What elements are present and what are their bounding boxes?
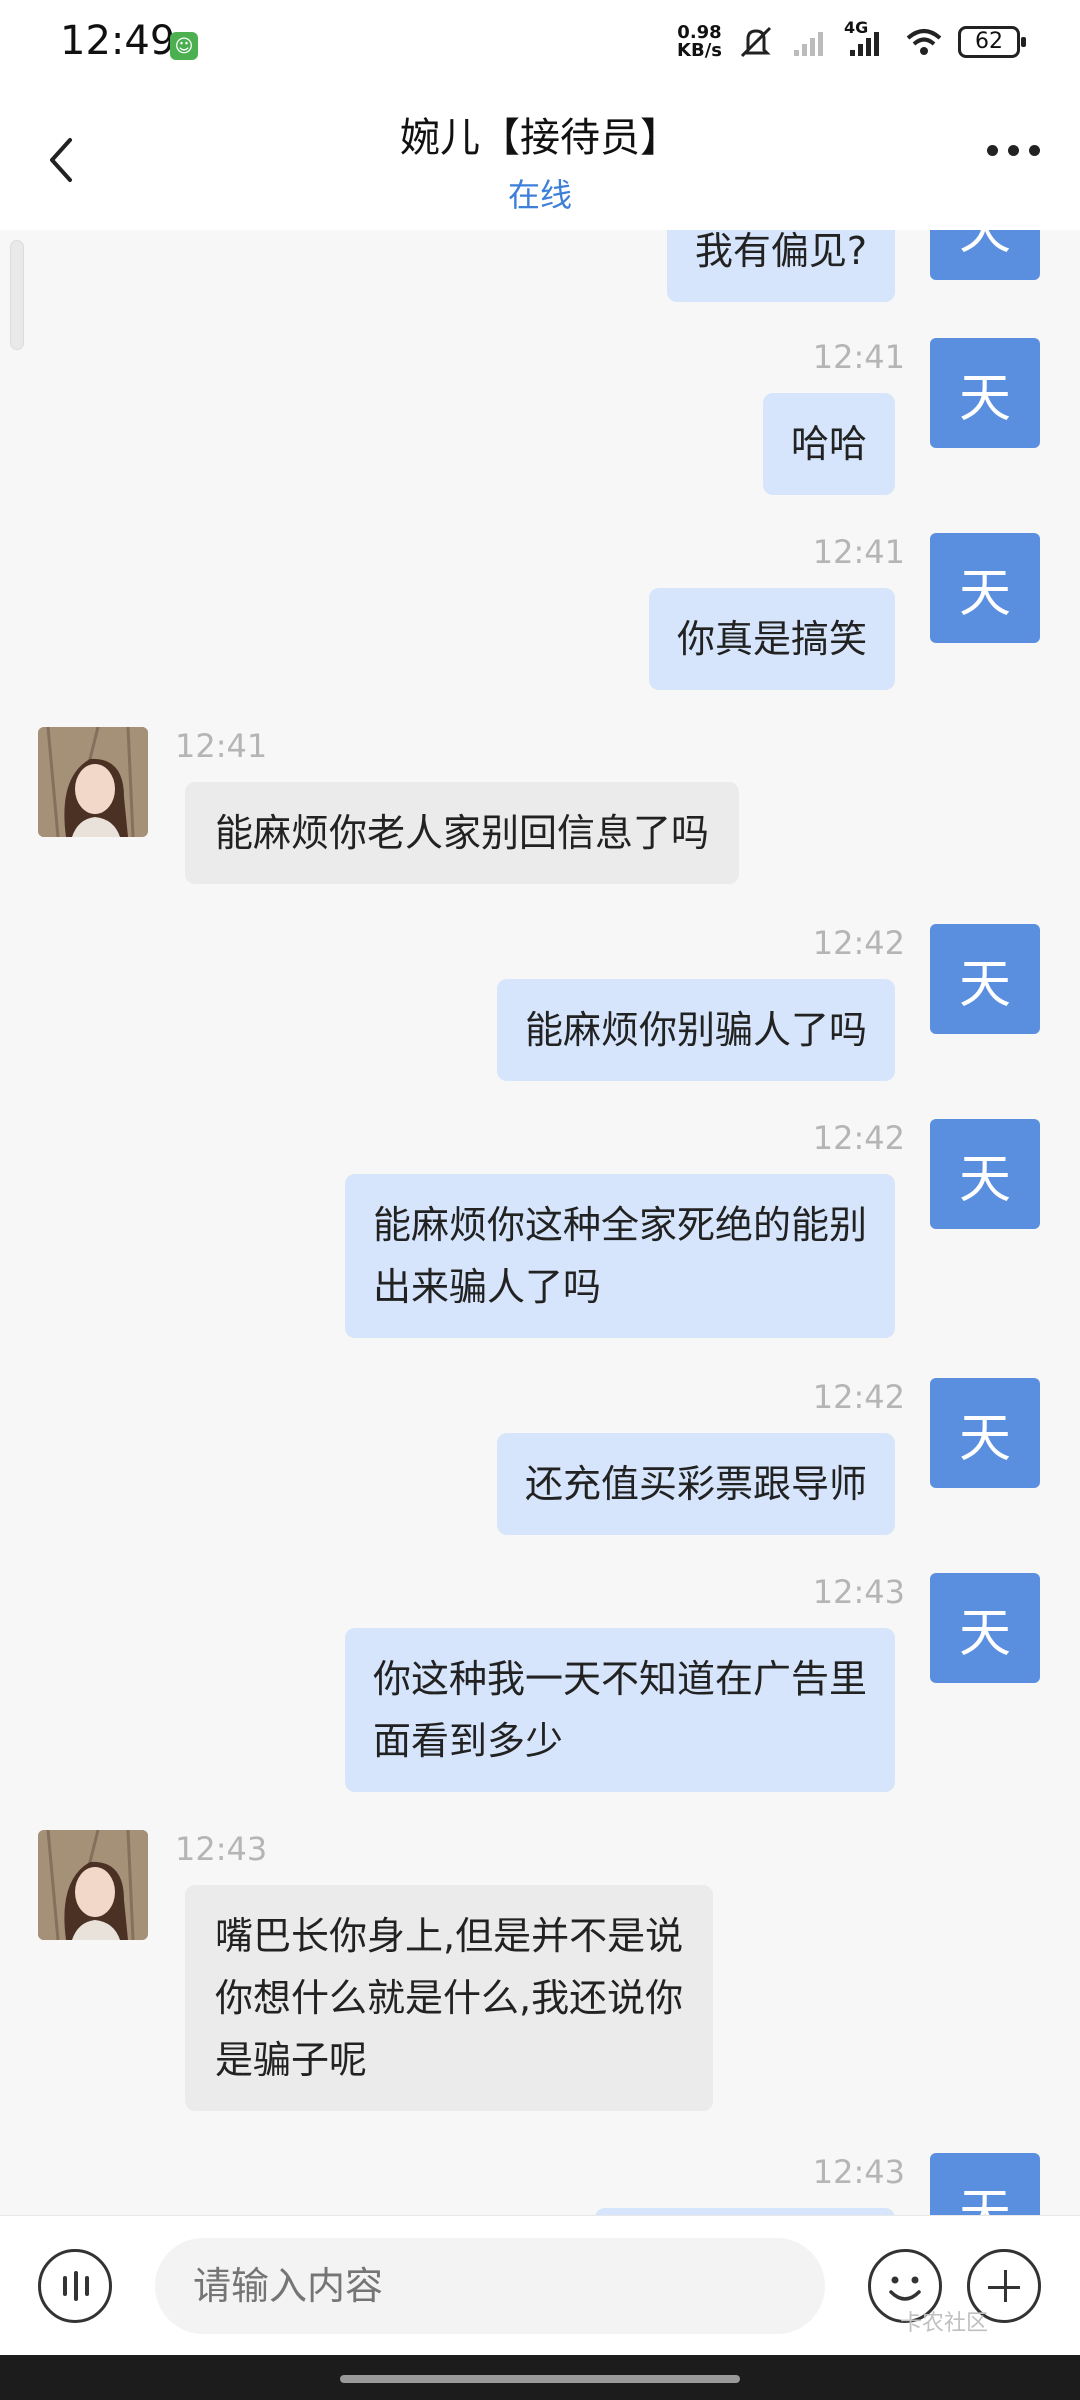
system-nav-bar (0, 2355, 1080, 2400)
voice-input-button[interactable] (38, 2249, 112, 2323)
message-bubble[interactable]: 你真是搞笑 (648, 588, 895, 690)
message-time: 12:42 (812, 1119, 905, 1157)
chat-header: 婉儿【接待员】 在线 (0, 95, 1080, 230)
battery-icon: 62 (958, 26, 1026, 58)
online-status: 在线 (507, 176, 572, 214)
message-bubble[interactable]: 能麻烦你别骗人了吗 (496, 979, 895, 1081)
message-time: 12:43 (812, 1573, 905, 1611)
status-icons: 0.98 KB/s 4G 62 (677, 18, 1026, 62)
app-notification-icon: ☺ (170, 32, 198, 60)
my-avatar[interactable]: 天 (930, 338, 1040, 448)
message-list[interactable]: 天 我有偏见? 12:41 天 哈哈 12:41 天 你真是搞笑 12:41 能… (0, 230, 1080, 2215)
message-bubble[interactable] (595, 2208, 895, 2215)
home-gesture-handle[interactable] (340, 2375, 740, 2383)
contact-avatar[interactable] (38, 1830, 148, 1940)
my-avatar[interactable]: 天 (930, 2153, 1040, 2215)
message-time: 12:43 (175, 1830, 268, 1868)
signal-4g-icon: 4G (844, 18, 890, 62)
my-avatar[interactable]: 天 (930, 1573, 1040, 1683)
my-avatar[interactable]: 天 (930, 1378, 1040, 1488)
message-bubble[interactable]: 你这种我一天不知道在广告里 面看到多少 (344, 1628, 895, 1792)
message-bubble[interactable]: 能麻烦你这种全家死绝的能别 出来骗人了吗 (344, 1174, 895, 1338)
message-time: 12:43 (812, 2153, 905, 2191)
message-bubble[interactable]: 我有偏见? (666, 230, 895, 302)
message-bubble[interactable]: 还充值买彩票跟导师 (496, 1433, 895, 1535)
message-time: 12:42 (812, 1378, 905, 1416)
status-bar: 12:49 ☺ 0.98 KB/s 4G 62 (0, 0, 1080, 95)
message-input[interactable] (155, 2238, 825, 2334)
network-speed: 0.98 KB/s (677, 22, 722, 61)
contact-avatar[interactable] (38, 727, 148, 837)
mute-icon (736, 22, 776, 62)
message-bubble[interactable]: 能麻烦你老人家别回信息了吗 (185, 782, 740, 884)
watermark: 卡农社区 (900, 2311, 989, 2336)
more-options-icon[interactable] (987, 145, 1040, 156)
message-time: 12:41 (175, 727, 268, 765)
my-avatar[interactable]: 天 (930, 533, 1040, 643)
message-time: 12:41 (812, 338, 905, 376)
phone-screen: 12:49 ☺ 0.98 KB/s 4G 62 婉儿【接待员】 在线 天 我有偏… (0, 0, 1080, 2400)
status-time: 12:49 (60, 18, 176, 64)
message-bubble[interactable]: 嘴巴长你身上,但是并不是说 你想什么就是什么,我还说你 是骗子呢 (185, 1885, 714, 2111)
my-avatar[interactable]: 天 (930, 230, 1040, 280)
my-avatar[interactable]: 天 (930, 1119, 1040, 1229)
message-bubble[interactable]: 哈哈 (762, 393, 895, 495)
my-avatar[interactable]: 天 (930, 924, 1040, 1034)
message-time: 12:42 (812, 924, 905, 962)
wifi-icon (904, 22, 944, 62)
signal-weak-icon (790, 22, 830, 62)
scrollbar[interactable] (10, 240, 24, 350)
message-time: 12:41 (812, 533, 905, 571)
chat-title: 婉儿【接待员】 (400, 115, 680, 161)
